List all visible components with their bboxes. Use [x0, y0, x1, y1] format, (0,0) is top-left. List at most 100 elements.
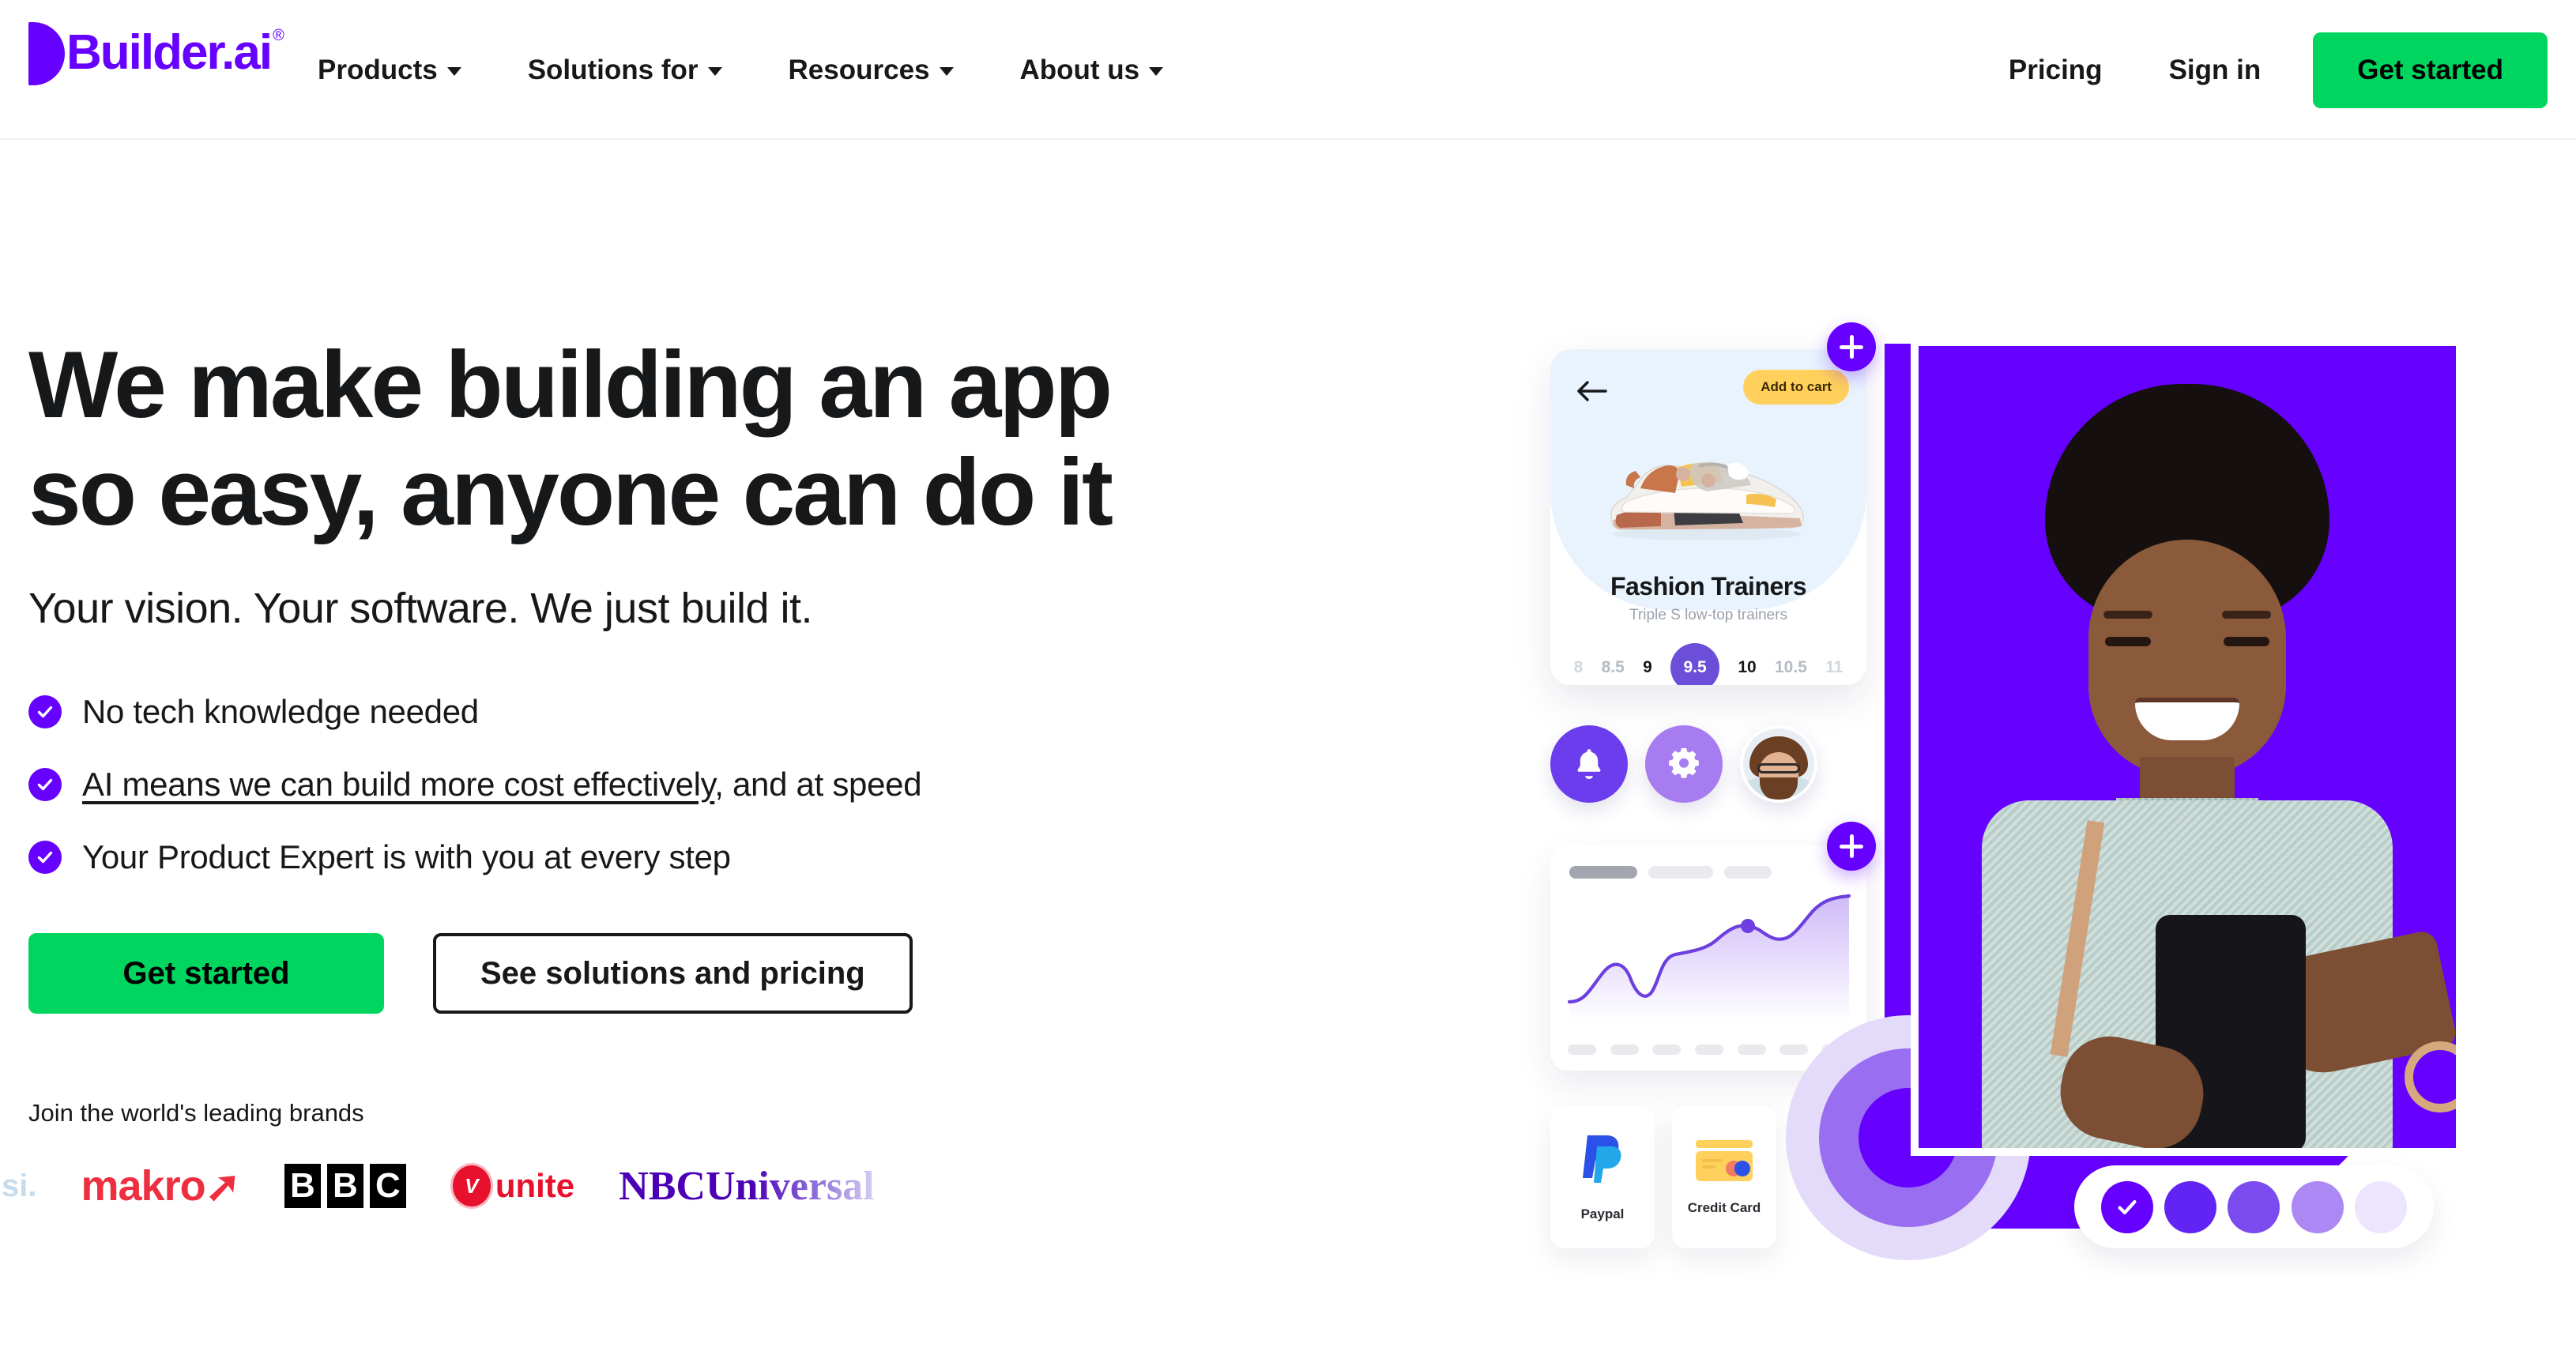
check-circle-icon: [28, 695, 62, 729]
checklist-label: No tech knowledge needed: [82, 693, 479, 731]
hero-get-started-button[interactable]: Get started: [28, 933, 384, 1014]
product-card[interactable]: Add to cart Fashion Trainers Triple S lo…: [1550, 349, 1866, 685]
pepsi-logo-text: si.: [2, 1168, 37, 1203]
nbcuniversal-logo-text: NBCUniversal: [619, 1163, 875, 1209]
primary-nav: Products Solutions for Resources About u…: [284, 0, 1196, 140]
color-swatch-picker: [2074, 1165, 2434, 1248]
chevron-down-icon: [446, 67, 461, 76]
size-option[interactable]: 10: [1738, 658, 1756, 677]
nav-item-label: Resources: [788, 54, 930, 85]
sneaker-image: [1588, 419, 1825, 545]
credit-card-icon: [1696, 1140, 1753, 1181]
size-selector: 8 8.5 9 9.5 10 10.5 11: [1550, 643, 1866, 685]
nav-item-about-us[interactable]: About us: [987, 55, 1197, 86]
hero-subhead: Your vision. Your software. We just buil…: [28, 585, 813, 633]
icon-row: [1550, 725, 1817, 803]
registered-trademark-icon: ®: [273, 27, 284, 44]
brand-logo-bbc: B B C: [284, 1154, 406, 1218]
logo-text: Builder.ai: [66, 25, 273, 80]
add-plus-button[interactable]: [1827, 822, 1876, 871]
payment-option-label: Credit Card: [1687, 1200, 1761, 1215]
hero-checklist: No tech knowledge needed AI means we can…: [28, 693, 1388, 876]
payment-option-paypal[interactable]: Paypal: [1550, 1106, 1655, 1248]
size-option[interactable]: 8: [1574, 658, 1584, 677]
size-option[interactable]: 9: [1643, 658, 1652, 677]
brand-logos: si. makro ➚ B B C V unite NBCUniversal: [2, 1154, 1388, 1218]
checklist-label-tail: , and at speed: [714, 766, 922, 804]
checklist-item: No tech knowledge needed: [28, 693, 1388, 731]
avatar[interactable]: [1740, 725, 1817, 803]
header-get-started-button[interactable]: Get started: [2313, 32, 2548, 108]
chart-x-label: [1652, 1044, 1682, 1055]
hero-cta-row: Get started See solutions and pricing: [28, 933, 1388, 1014]
pricing-link[interactable]: Pricing: [1975, 55, 2136, 86]
checklist-label: AI means we can build more cost effectiv…: [82, 766, 922, 804]
chart-x-label: [1737, 1044, 1766, 1055]
chart-tab[interactable]: [1724, 866, 1772, 879]
checklist-item: Your Product Expert is with you at every…: [28, 838, 1388, 876]
check-circle-icon: [28, 768, 62, 802]
size-option[interactable]: 10.5: [1775, 658, 1807, 677]
color-swatch-selected[interactable]: [2101, 1180, 2154, 1233]
area-chart: [1567, 894, 1851, 1021]
color-swatch[interactable]: [2354, 1180, 2407, 1233]
color-swatch[interactable]: [2164, 1180, 2217, 1233]
chart-x-label: [1694, 1044, 1723, 1055]
see-solutions-and-pricing-button[interactable]: See solutions and pricing: [433, 933, 913, 1014]
hero-photo-frame: [1911, 338, 2464, 1156]
nav-item-solutions-for[interactable]: Solutions for: [495, 55, 755, 86]
chevron-down-icon: [1149, 67, 1164, 76]
payment-option-label: Paypal: [1580, 1206, 1625, 1221]
makro-arrow-icon: ➚: [205, 1162, 241, 1210]
checklist-item: AI means we can build more cost effectiv…: [28, 766, 1388, 804]
paypal-icon: [1583, 1135, 1621, 1183]
chart-tabs: [1569, 866, 1772, 879]
checklist-label: Your Product Expert is with you at every…: [82, 838, 731, 876]
site-header: Builder.ai ® Products Solutions for Reso…: [0, 0, 2576, 140]
cost-effectively-link[interactable]: AI means we can build more cost effectiv…: [82, 766, 715, 803]
product-title: Fashion Trainers: [1610, 572, 1807, 600]
page-title: We make building an app so easy, anyone …: [28, 332, 1113, 545]
size-option-selected[interactable]: 9.5: [1670, 643, 1720, 685]
brand-logo-virgin-unite: V unite: [450, 1154, 574, 1218]
logo[interactable]: Builder.ai ®: [28, 22, 284, 85]
chart-x-label: [1610, 1044, 1639, 1055]
nav-item-resources[interactable]: Resources: [755, 55, 987, 86]
payment-option-credit-card[interactable]: Credit Card: [1672, 1106, 1776, 1248]
check-icon: [2118, 1199, 2137, 1214]
brand-logo-makro: makro ➚: [81, 1154, 241, 1218]
color-swatch[interactable]: [2291, 1180, 2344, 1233]
hero-content: We make building an app so easy, anyone …: [2, 332, 1388, 1218]
gear-icon[interactable]: [1645, 725, 1723, 803]
color-swatch[interactable]: [2228, 1180, 2280, 1233]
chart-x-label: [1568, 1044, 1596, 1055]
nav-item-label: Solutions for: [527, 54, 699, 85]
chevron-down-icon: [707, 67, 722, 76]
chevron-down-icon: [939, 67, 954, 76]
nav-item-products[interactable]: Products: [284, 55, 495, 86]
add-plus-button[interactable]: [1827, 322, 1876, 371]
virgin-unite-text: unite: [495, 1167, 575, 1205]
header-actions: Pricing Sign in Get started: [1975, 0, 2548, 140]
hero-photo-woman-with-phone: [1919, 346, 2456, 1148]
add-to-cart-button[interactable]: Add to cart: [1743, 370, 1849, 405]
brand-logo-nbcuniversal: NBCUniversal: [619, 1154, 875, 1218]
size-option[interactable]: 11: [1825, 658, 1843, 677]
sign-in-link[interactable]: Sign in: [2136, 55, 2295, 86]
bell-icon[interactable]: [1550, 725, 1628, 803]
brand-logo-pepsi: si.: [2, 1154, 36, 1218]
arrow-left-icon[interactable]: [1574, 378, 1609, 405]
chart-highlight-point: [1741, 919, 1755, 933]
hero-illustration: Add to cart Fashion Trainers Triple S lo…: [1486, 300, 2576, 1355]
size-option[interactable]: 8.5: [1602, 658, 1625, 677]
nav-item-label: Products: [318, 54, 438, 85]
check-circle-icon: [28, 841, 62, 875]
virgin-mark-icon: V: [450, 1163, 493, 1210]
bbc-letter: B: [284, 1164, 321, 1209]
chart-tab[interactable]: [1648, 866, 1713, 879]
logo-b-mark-icon: [28, 22, 65, 85]
product-subtitle: Triple S low-top trainers: [1629, 607, 1787, 623]
chart-tab[interactable]: [1569, 866, 1637, 879]
bbc-letter: B: [326, 1164, 363, 1209]
bbc-letter: C: [369, 1164, 406, 1209]
